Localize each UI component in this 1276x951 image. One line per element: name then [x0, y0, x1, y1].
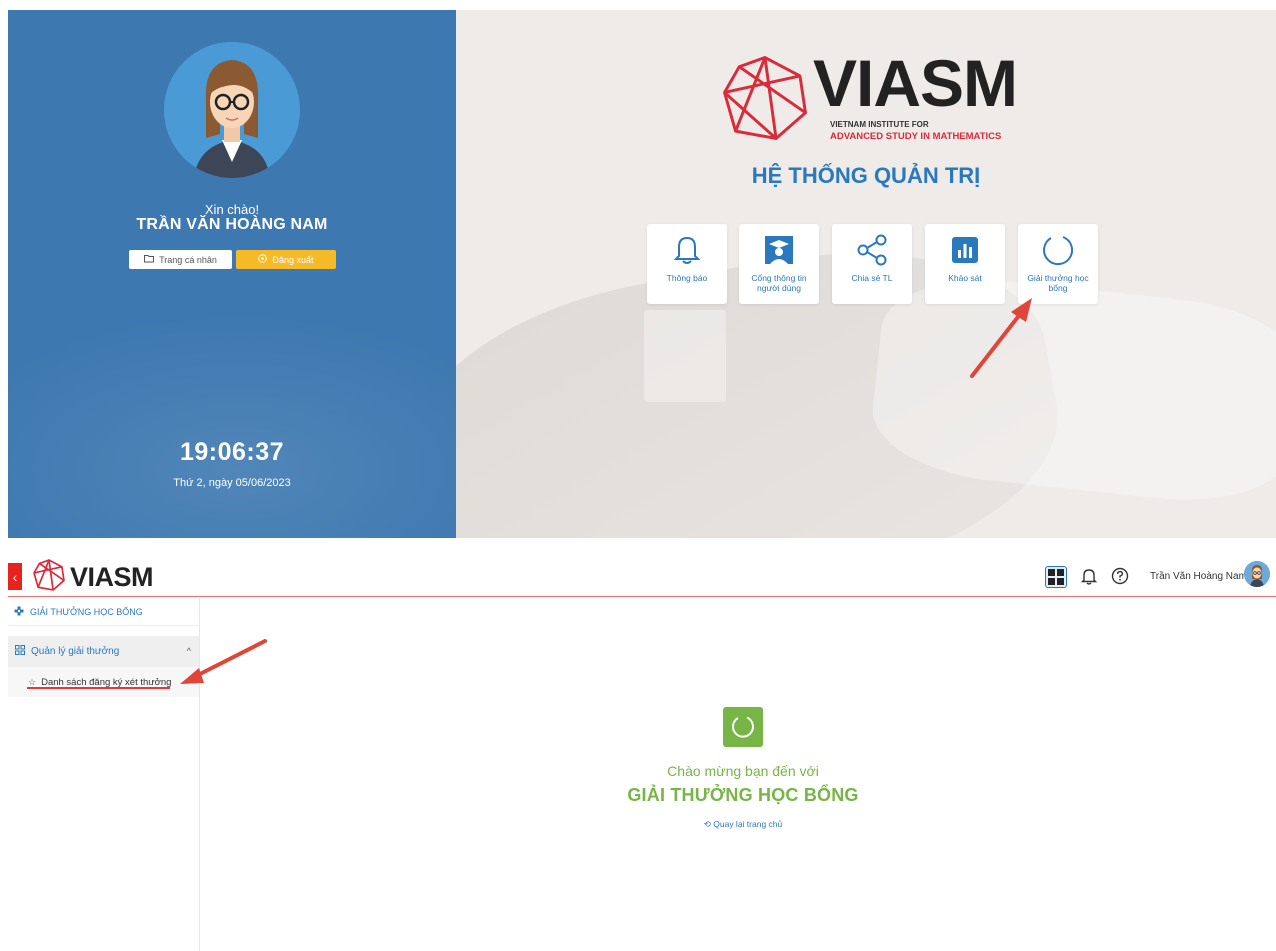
- sidebar-module-title[interactable]: GIẢI THƯỞNG HỌC BỔNG: [8, 598, 199, 626]
- system-title: HỆ THỐNG QUẢN TRỊ: [751, 163, 981, 188]
- avatar[interactable]: [1244, 561, 1270, 587]
- tile-survey[interactable]: Khảo sát: [925, 224, 1005, 304]
- chevron-left-icon: ‹: [12, 568, 18, 585]
- brand-text: VIASM: [70, 562, 154, 592]
- clock-date: Thứ 2, ngày 05/06/2023: [173, 477, 291, 489]
- collapse-sidebar-button[interactable]: ‹: [8, 563, 22, 590]
- module-title: GIẢI THƯỞNG HỌC BỔNG: [627, 785, 859, 805]
- share-icon: [832, 232, 912, 268]
- chevron-up-icon: ^: [186, 646, 191, 656]
- sidebar-group-label: Quản lý giải thưởng: [31, 646, 120, 657]
- tile-label: Khảo sát: [948, 273, 982, 283]
- undo-icon: ⟲: [703, 819, 711, 829]
- apps-grid-icon[interactable]: [1045, 566, 1067, 588]
- app-header: ‹ VIASM Trần Văn Hoàng Nam: [8, 555, 1276, 597]
- viasm-logo-icon: [33, 559, 65, 591]
- settings-gear-icon: [14, 606, 24, 618]
- sidebar-title-label: GIẢI THƯỞNG HỌC BỔNG: [30, 606, 143, 617]
- star-icon: ☆: [28, 676, 37, 687]
- bell-icon: [647, 232, 727, 268]
- tile-scholarship-award[interactable]: Giải thưởng học bổng: [1018, 224, 1098, 304]
- tile-label: Cổng thông tin người dùng: [751, 273, 807, 293]
- logo-subtitle-2: ADVANCED STUDY IN MATHEMATICS: [830, 131, 1002, 142]
- user-panel: Xin chào! TRẦN VĂN HOÀNG NAM Trang cá nh…: [8, 10, 456, 538]
- tile-notifications[interactable]: Thông báo: [647, 224, 727, 304]
- tile-label: Chia sẻ TL: [851, 273, 893, 283]
- logout-button[interactable]: Đăng xuất: [236, 250, 336, 269]
- highlight-underline: [27, 687, 170, 689]
- tile-label: Thông báo: [666, 273, 708, 283]
- user-name: TRẦN VĂN HOÀNG NAM: [136, 216, 328, 233]
- user-avatar: [164, 42, 300, 178]
- help-icon[interactable]: [1110, 566, 1130, 586]
- dashboard-screen: Xin chào! TRẦN VĂN HOÀNG NAM Trang cá nh…: [8, 10, 1276, 538]
- loading-circle-icon: [1018, 232, 1098, 268]
- sidebar: GIẢI THƯỞNG HỌC BỔNG Quản lý giải thưởng…: [8, 598, 200, 951]
- graduate-icon: [739, 232, 819, 268]
- sidebar-group-award-management[interactable]: Quản lý giải thưởng ^: [8, 636, 199, 667]
- sidebar-item-label: Danh sách đăng ký xét thưởng: [41, 676, 172, 688]
- grid-icon: [15, 645, 25, 658]
- sidebar-item-registration-list[interactable]: ☆ Danh sách đăng ký xét thưởng: [8, 667, 199, 697]
- folder-icon: [144, 254, 155, 265]
- tile-user-portal[interactable]: Cổng thông tin người dùng: [739, 224, 819, 304]
- back-to-home-label: Quay lại trang chủ: [713, 819, 783, 829]
- tile-label: Giải thưởng học bổng: [1027, 273, 1089, 293]
- viasm-logo-text: VIASM: [813, 46, 1018, 120]
- back-to-home-link[interactable]: ⟲ Quay lại trang chủ: [508, 819, 978, 830]
- welcome-text: Chào mừng bạn đến với: [667, 763, 819, 779]
- viasm-logo-icon: [723, 56, 807, 140]
- header-user-name[interactable]: Trần Văn Hoàng Nam: [1150, 571, 1247, 582]
- module-panel: VIASM VIETNAM INSTITUTE FOR ADVANCED STU…: [456, 10, 1276, 538]
- logo-subtitle-1: VIETNAM INSTITUTE FOR: [830, 120, 929, 129]
- bell-icon[interactable]: [1079, 566, 1099, 586]
- clock-time: 19:06:37: [179, 438, 285, 466]
- loading-circle-icon: [723, 707, 763, 747]
- logout-icon: [258, 254, 268, 265]
- greeting-text: Xin chào!: [204, 202, 260, 217]
- tile-share-documents[interactable]: Chia sẻ TL: [832, 224, 912, 304]
- chart-icon: [925, 232, 1005, 268]
- scholarship-app-screen: ‹ VIASM Trần Văn Hoàng Nam GIẢI THƯỞNG H…: [8, 555, 1276, 951]
- logout-button-label: Đăng xuất: [272, 254, 314, 265]
- profile-button-label: Trang cá nhân: [159, 254, 217, 265]
- profile-button[interactable]: Trang cá nhân: [129, 250, 232, 269]
